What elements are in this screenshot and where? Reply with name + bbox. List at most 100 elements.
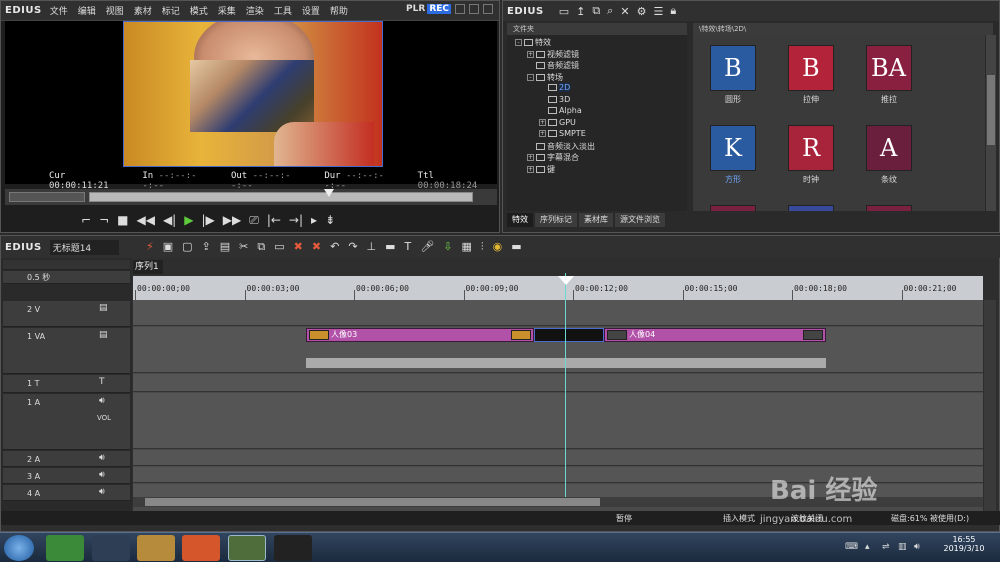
insert-icon[interactable]: |←: [267, 213, 281, 227]
collapse-icon[interactable]: -: [515, 39, 522, 46]
list-view-icon[interactable]: ☰: [653, 5, 663, 18]
menu-mode[interactable]: 模式: [190, 4, 208, 17]
paste-icon[interactable]: ▭: [274, 240, 284, 254]
ripple-delete-icon[interactable]: ✖: [312, 240, 321, 254]
position-slider[interactable]: [89, 192, 473, 202]
track-header-1t[interactable]: 1 T T: [3, 375, 130, 393]
minimize-icon[interactable]: [455, 4, 465, 14]
shuttle-slider[interactable]: [9, 192, 85, 202]
zoom-selector[interactable]: 0.5 秒: [3, 271, 130, 284]
step-back-icon[interactable]: ◀|: [163, 213, 176, 227]
speaker-icon[interactable]: 🔊︎: [99, 453, 105, 463]
effect-item[interactable]: K 方形: [709, 125, 757, 185]
track-1t[interactable]: [133, 374, 983, 392]
expand-icon[interactable]: +: [539, 118, 546, 126]
menu-settings[interactable]: 设置: [302, 4, 320, 17]
track-1va[interactable]: 人像03 人像04: [133, 327, 983, 373]
up-folder-icon[interactable]: ↥: [576, 5, 585, 18]
qq-icon[interactable]: [92, 535, 130, 561]
tab-sequence-markers[interactable]: 序列标记: [535, 213, 577, 227]
effect-item[interactable]: A 条纹: [865, 125, 913, 185]
up-arrow-icon[interactable]: ▴: [865, 542, 870, 552]
firefox-icon[interactable]: [182, 535, 220, 561]
close-icon[interactable]: [483, 4, 493, 14]
properties-icon[interactable]: ⚙: [637, 5, 647, 18]
audio-waveform-bar[interactable]: [306, 358, 826, 368]
tree-node[interactable]: 3D: [539, 95, 570, 104]
effect-item[interactable]: [709, 205, 757, 211]
start-button[interactable]: [4, 535, 34, 561]
expand-icon[interactable]: +: [539, 130, 546, 137]
playhead-marker[interactable]: [324, 189, 334, 197]
menu-render[interactable]: 渲染: [246, 4, 264, 17]
clip-portrait-04[interactable]: 人像04: [604, 328, 826, 342]
tab-effects[interactable]: 特效: [507, 213, 533, 227]
tree-node[interactable]: 音频滤镜: [527, 60, 579, 71]
view-icon[interactable]: ⧉: [592, 4, 600, 18]
folder-icon[interactable]: ▭: [559, 5, 569, 18]
cut-icon[interactable]: ✂: [239, 240, 248, 254]
track-mode-icon[interactable]: ▤: [99, 330, 108, 340]
keyboard-icon[interactable]: ⌨: [845, 542, 858, 552]
mark-icon[interactable]: ⊥: [367, 240, 377, 254]
network-icon[interactable]: ▥: [898, 542, 907, 552]
effect-grid-scrollbar[interactable]: [986, 35, 996, 211]
tree-node[interactable]: 2D: [539, 83, 571, 92]
effect-item[interactable]: [865, 205, 913, 211]
menu-edit[interactable]: 编辑: [78, 4, 96, 17]
save-icon[interactable]: ▤: [220, 240, 230, 254]
expand-icon[interactable]: +: [527, 165, 534, 173]
microphone-icon[interactable]: 🎤︎: [420, 240, 434, 254]
menu-file[interactable]: 文件: [50, 4, 68, 17]
usb-icon[interactable]: ⇌: [882, 542, 890, 552]
rewind-icon[interactable]: ◀◀: [136, 213, 154, 227]
tree-node[interactable]: 音频淡入淡出: [527, 141, 595, 152]
track-mode-icon[interactable]: ▤: [99, 303, 108, 313]
taskbar-app-icon[interactable]: [46, 535, 84, 561]
tree-node[interactable]: - 特效: [515, 37, 551, 48]
track-header-2v[interactable]: 2 V ▤: [3, 301, 130, 327]
set-out-icon[interactable]: ¬: [99, 213, 109, 227]
effect-item[interactable]: B 圆形: [709, 45, 757, 105]
undo-icon[interactable]: ↶: [330, 240, 339, 254]
track-header-4a[interactable]: 4 A 🔊︎: [3, 485, 130, 501]
tab-source-browser[interactable]: 源文件浏览: [615, 213, 665, 227]
clip-portrait-03[interactable]: 人像03: [306, 328, 534, 342]
file-explorer-icon[interactable]: [137, 535, 175, 561]
plr-toggle[interactable]: PLR: [406, 4, 425, 14]
stop-icon[interactable]: ■: [117, 213, 128, 227]
track-1a[interactable]: [133, 393, 983, 449]
mixer-icon[interactable]: ⫶: [481, 240, 484, 254]
system-clock[interactable]: 16:55 2019/3/10: [934, 535, 994, 553]
delete-icon[interactable]: ✕: [620, 5, 629, 18]
tree-node[interactable]: Alpha: [539, 106, 582, 115]
tree-node[interactable]: + 键: [527, 164, 555, 175]
tree-node[interactable]: + SMPTE: [539, 129, 586, 138]
delete-clip-icon[interactable]: ✖: [294, 240, 303, 254]
speaker-icon[interactable]: 🔊︎: [99, 487, 105, 497]
capture-icon[interactable]: ▣: [163, 240, 173, 254]
loop-icon[interactable]: ⎚: [249, 213, 259, 227]
scrub-bar[interactable]: [5, 189, 497, 205]
menu-capture[interactable]: 采集: [218, 4, 236, 17]
menu-marker[interactable]: 标记: [162, 4, 180, 17]
speaker-icon[interactable]: 🔊︎: [99, 470, 105, 480]
track-2v[interactable]: [133, 300, 983, 326]
track-2a[interactable]: [133, 450, 983, 466]
menu-tools[interactable]: 工具: [274, 4, 292, 17]
play-icon[interactable]: ▶: [184, 213, 193, 227]
menu-help[interactable]: 帮助: [330, 4, 348, 17]
expand-icon[interactable]: +: [527, 50, 534, 58]
rec-toggle[interactable]: REC: [427, 4, 451, 14]
menu-clip[interactable]: 素材: [134, 4, 152, 17]
copy-icon[interactable]: ⧉: [257, 240, 265, 254]
new-icon[interactable]: ▢: [182, 240, 192, 254]
timeline-vertical-scrollbar[interactable]: [984, 300, 996, 515]
search-icon[interactable]: ⌕: [607, 4, 613, 18]
effect-item[interactable]: [787, 205, 835, 211]
expand-icon[interactable]: +: [527, 154, 534, 161]
marker-icon[interactable]: ◉: [493, 240, 503, 254]
redo-icon[interactable]: ↷: [348, 240, 357, 254]
track-header-1va[interactable]: 1 VA ▤: [3, 328, 130, 374]
render-icon[interactable]: ⇩: [443, 240, 452, 254]
